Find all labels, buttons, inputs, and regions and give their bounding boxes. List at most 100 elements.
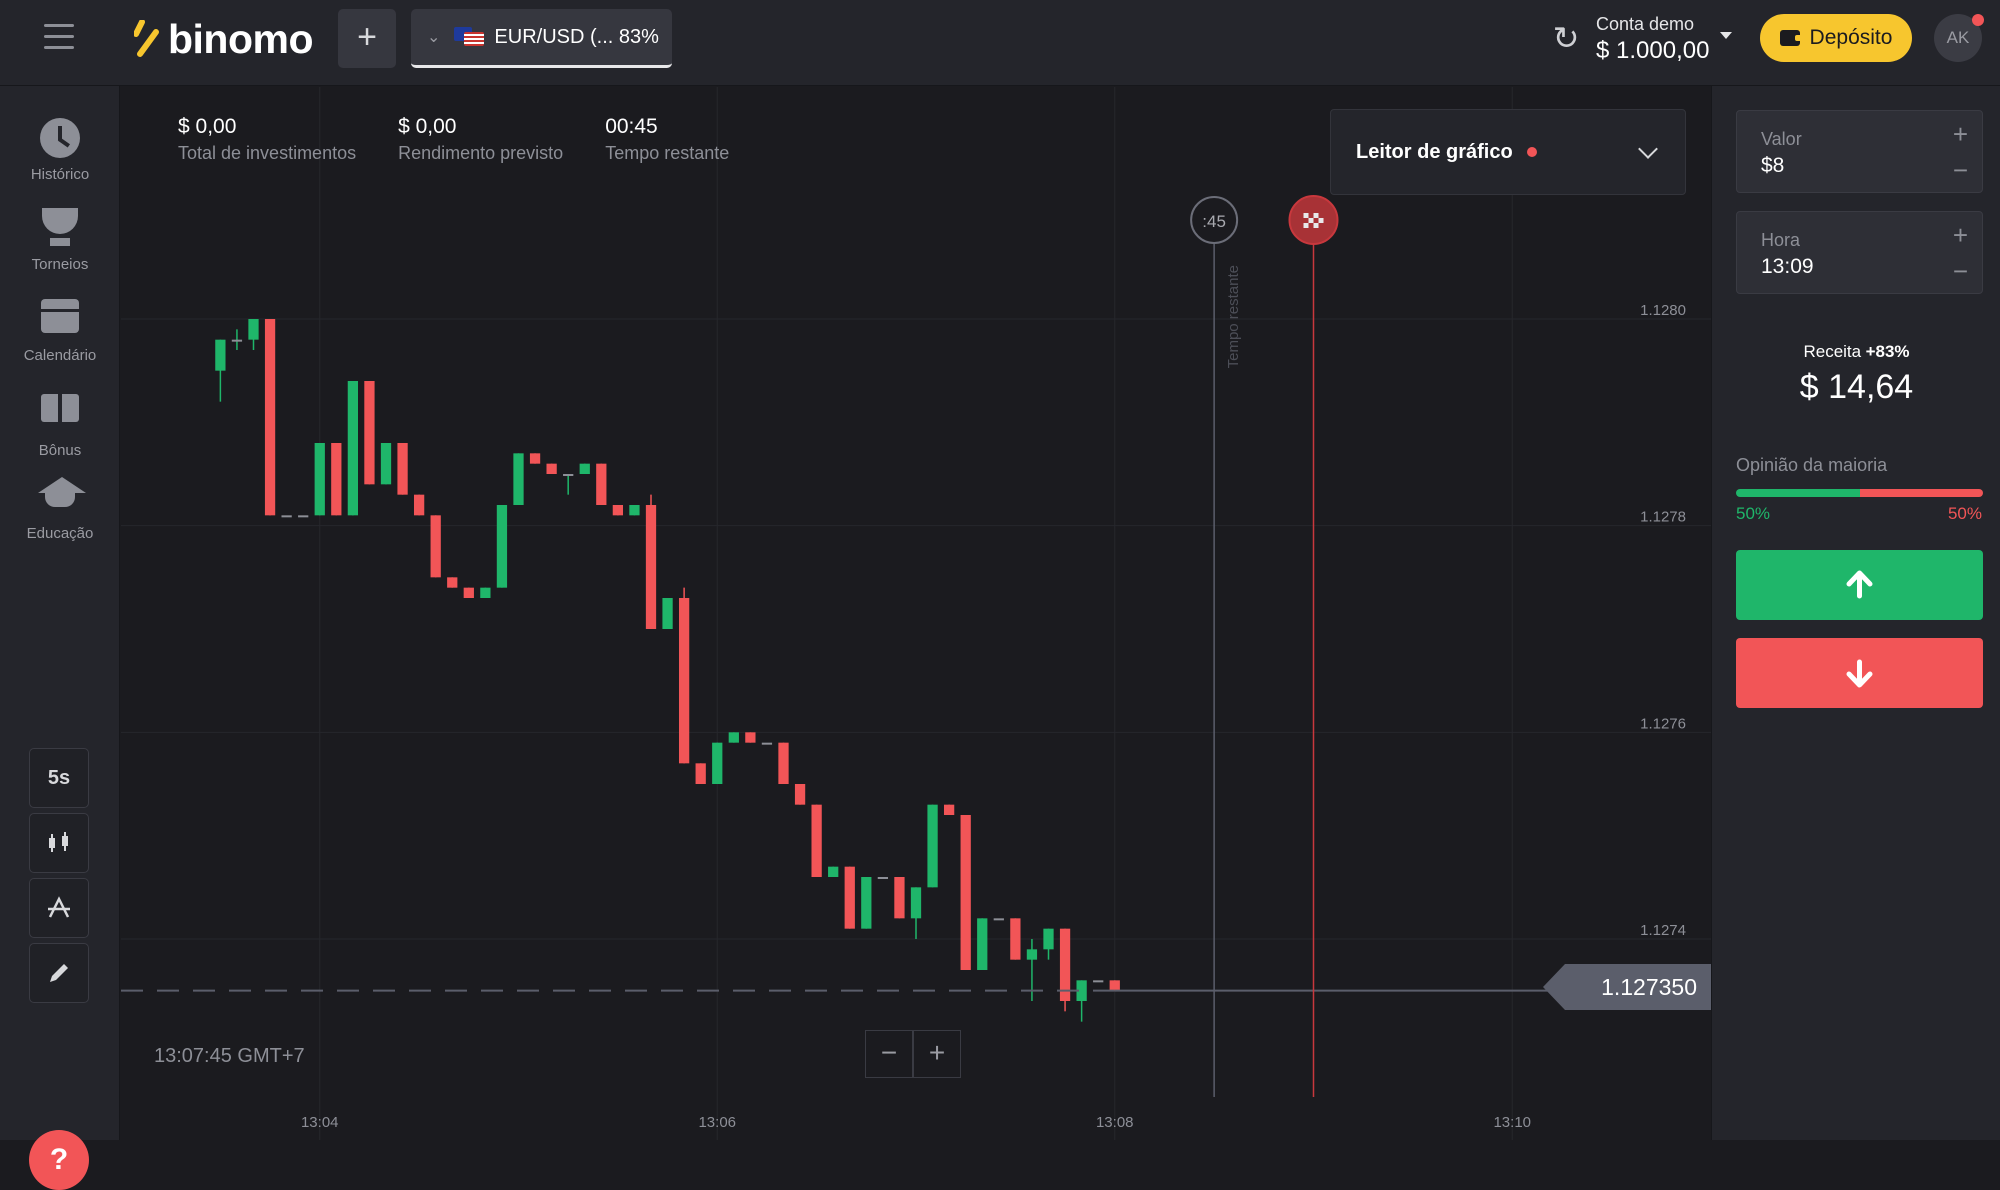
caret-down-icon[interactable] <box>1720 32 1732 39</box>
candle-body <box>248 319 259 340</box>
price-axis-label: 1.1280 <box>1640 302 1686 319</box>
chart-type-button[interactable] <box>29 813 89 873</box>
refresh-icon[interactable]: ↻ <box>1548 20 1584 56</box>
asset-selector[interactable]: ⌄ EUR/USD (... 83% <box>411 9 672 68</box>
arrow-up-icon <box>1846 570 1873 599</box>
candle <box>828 866 839 877</box>
candle <box>629 505 640 516</box>
amount-field[interactable]: Valor $8 + − <box>1736 110 1983 193</box>
time-field[interactable]: Hora 13:09 + − <box>1736 211 1983 294</box>
candle-body <box>430 515 441 578</box>
amount-label: Valor <box>1761 129 1802 149</box>
chevron-down-icon: ⌄ <box>427 29 441 46</box>
candle-body <box>563 474 574 476</box>
candle <box>877 877 889 879</box>
sidebar-item-bonus[interactable]: Bônus <box>0 382 120 459</box>
candle-body <box>662 598 673 629</box>
trade-stats: $ 0,00 Total de investimentos $ 0,00 Ren… <box>178 115 771 164</box>
sidebar-item-tournaments[interactable]: Torneios <box>0 204 120 273</box>
wallet-icon <box>1779 30 1802 46</box>
chart-reader-dropdown[interactable]: Leitor de gráfico <box>1330 109 1686 195</box>
account-type: Conta demo <box>1596 14 1695 34</box>
sidebar-item-history[interactable]: Histórico <box>0 116 120 183</box>
help-button[interactable]: ? <box>29 1130 89 1190</box>
zoom-controls: − + <box>865 1030 961 1078</box>
indicators-button[interactable] <box>29 878 89 938</box>
candle <box>314 443 325 516</box>
candle-body <box>811 804 822 877</box>
time-increase-button[interactable]: + <box>1953 220 1968 251</box>
arrow-down-icon <box>1846 659 1873 688</box>
zoom-out-button[interactable]: − <box>865 1030 913 1078</box>
time-axis-label: 13:06 <box>698 1114 736 1131</box>
majority-label: Opinião da maioria <box>1736 455 1888 475</box>
candle <box>678 587 690 764</box>
candle <box>281 515 292 518</box>
candle-body <box>413 494 425 516</box>
candle-body <box>331 443 342 516</box>
amount-value[interactable]: $8 <box>1761 154 1982 178</box>
chevron-down-icon <box>1638 139 1658 159</box>
candle <box>447 577 458 588</box>
price-axis-label: 1.1274 <box>1640 922 1686 939</box>
add-asset-button[interactable]: + <box>338 9 396 68</box>
candle <box>1093 980 1104 983</box>
time-decrease-button[interactable]: − <box>1953 256 1968 287</box>
flag-cell <box>1308 218 1314 223</box>
candle <box>463 587 474 598</box>
candle <box>397 443 408 495</box>
sidebar-item-education[interactable]: Educação <box>0 471 120 542</box>
clock-icon <box>38 118 82 162</box>
time-value[interactable]: 13:09 <box>1761 255 1982 279</box>
candle-body <box>1043 928 1054 950</box>
candle-body <box>894 877 905 919</box>
candle-body <box>215 339 226 371</box>
candle <box>1059 928 1071 1012</box>
candle <box>1109 980 1120 991</box>
amount-decrease-button[interactable]: − <box>1953 155 1968 186</box>
time-axis-label: 13:04 <box>301 1114 339 1131</box>
candle <box>1026 939 1038 1001</box>
deposit-button[interactable]: Depósito <box>1760 14 1912 62</box>
majority-down-fill <box>1859 489 1983 497</box>
account-switcher[interactable]: Conta demo $ 1.000,00 <box>1596 14 1709 65</box>
drawing-tools-button[interactable] <box>29 943 89 1003</box>
candle-body <box>397 443 408 495</box>
candle <box>579 463 590 474</box>
amount-increase-button[interactable]: + <box>1953 119 1968 150</box>
candle <box>596 463 607 505</box>
candle <box>529 453 541 464</box>
candle-body <box>977 918 988 970</box>
stat-value: $ 0,00 <box>178 115 237 138</box>
stat-expected-return: $ 0,00 Rendimento previsto <box>398 115 563 164</box>
candle-body <box>596 463 607 505</box>
candle <box>761 742 773 745</box>
candle-body <box>364 381 375 485</box>
put-down-button[interactable] <box>1736 638 1983 708</box>
price-chart[interactable]: 1.1280 1.1278 1.1276 1.1274 13:04 13:06 13:08 1… <box>121 87 1711 1140</box>
candle-body <box>546 463 557 474</box>
indicators-icon <box>48 896 70 918</box>
sidebar-item-label: Calendário <box>23 347 97 364</box>
candle-body <box>844 866 855 929</box>
candle <box>910 887 922 939</box>
top-bar: binomo + ⌄ EUR/USD (... 83% ↻ Conta demo… <box>0 0 2000 86</box>
binomo-logo[interactable]: binomo <box>134 14 314 64</box>
candle <box>563 474 574 495</box>
time-axis-label: 13:10 <box>1493 1114 1531 1131</box>
majority-bar <box>1736 489 1983 497</box>
sidebar-item-calendar[interactable]: Calendário <box>0 293 120 364</box>
menu-icon[interactable] <box>44 24 74 50</box>
asset-label: EUR/USD (... 83% <box>494 25 659 48</box>
call-up-button[interactable] <box>1736 550 1983 620</box>
deposit-label: Depósito <box>1809 26 1893 49</box>
current-price-tag: 1.127350 <box>1543 964 1711 1010</box>
candle-body <box>496 505 508 588</box>
timeframe-button[interactable]: 5s <box>29 748 89 808</box>
candle-body <box>761 742 773 745</box>
majority-up-percent: 50% <box>1736 504 1771 523</box>
flag-cell <box>1313 213 1319 218</box>
zoom-in-button[interactable]: + <box>913 1030 961 1078</box>
candle <box>695 763 706 784</box>
majority-up-fill <box>1736 489 1860 497</box>
